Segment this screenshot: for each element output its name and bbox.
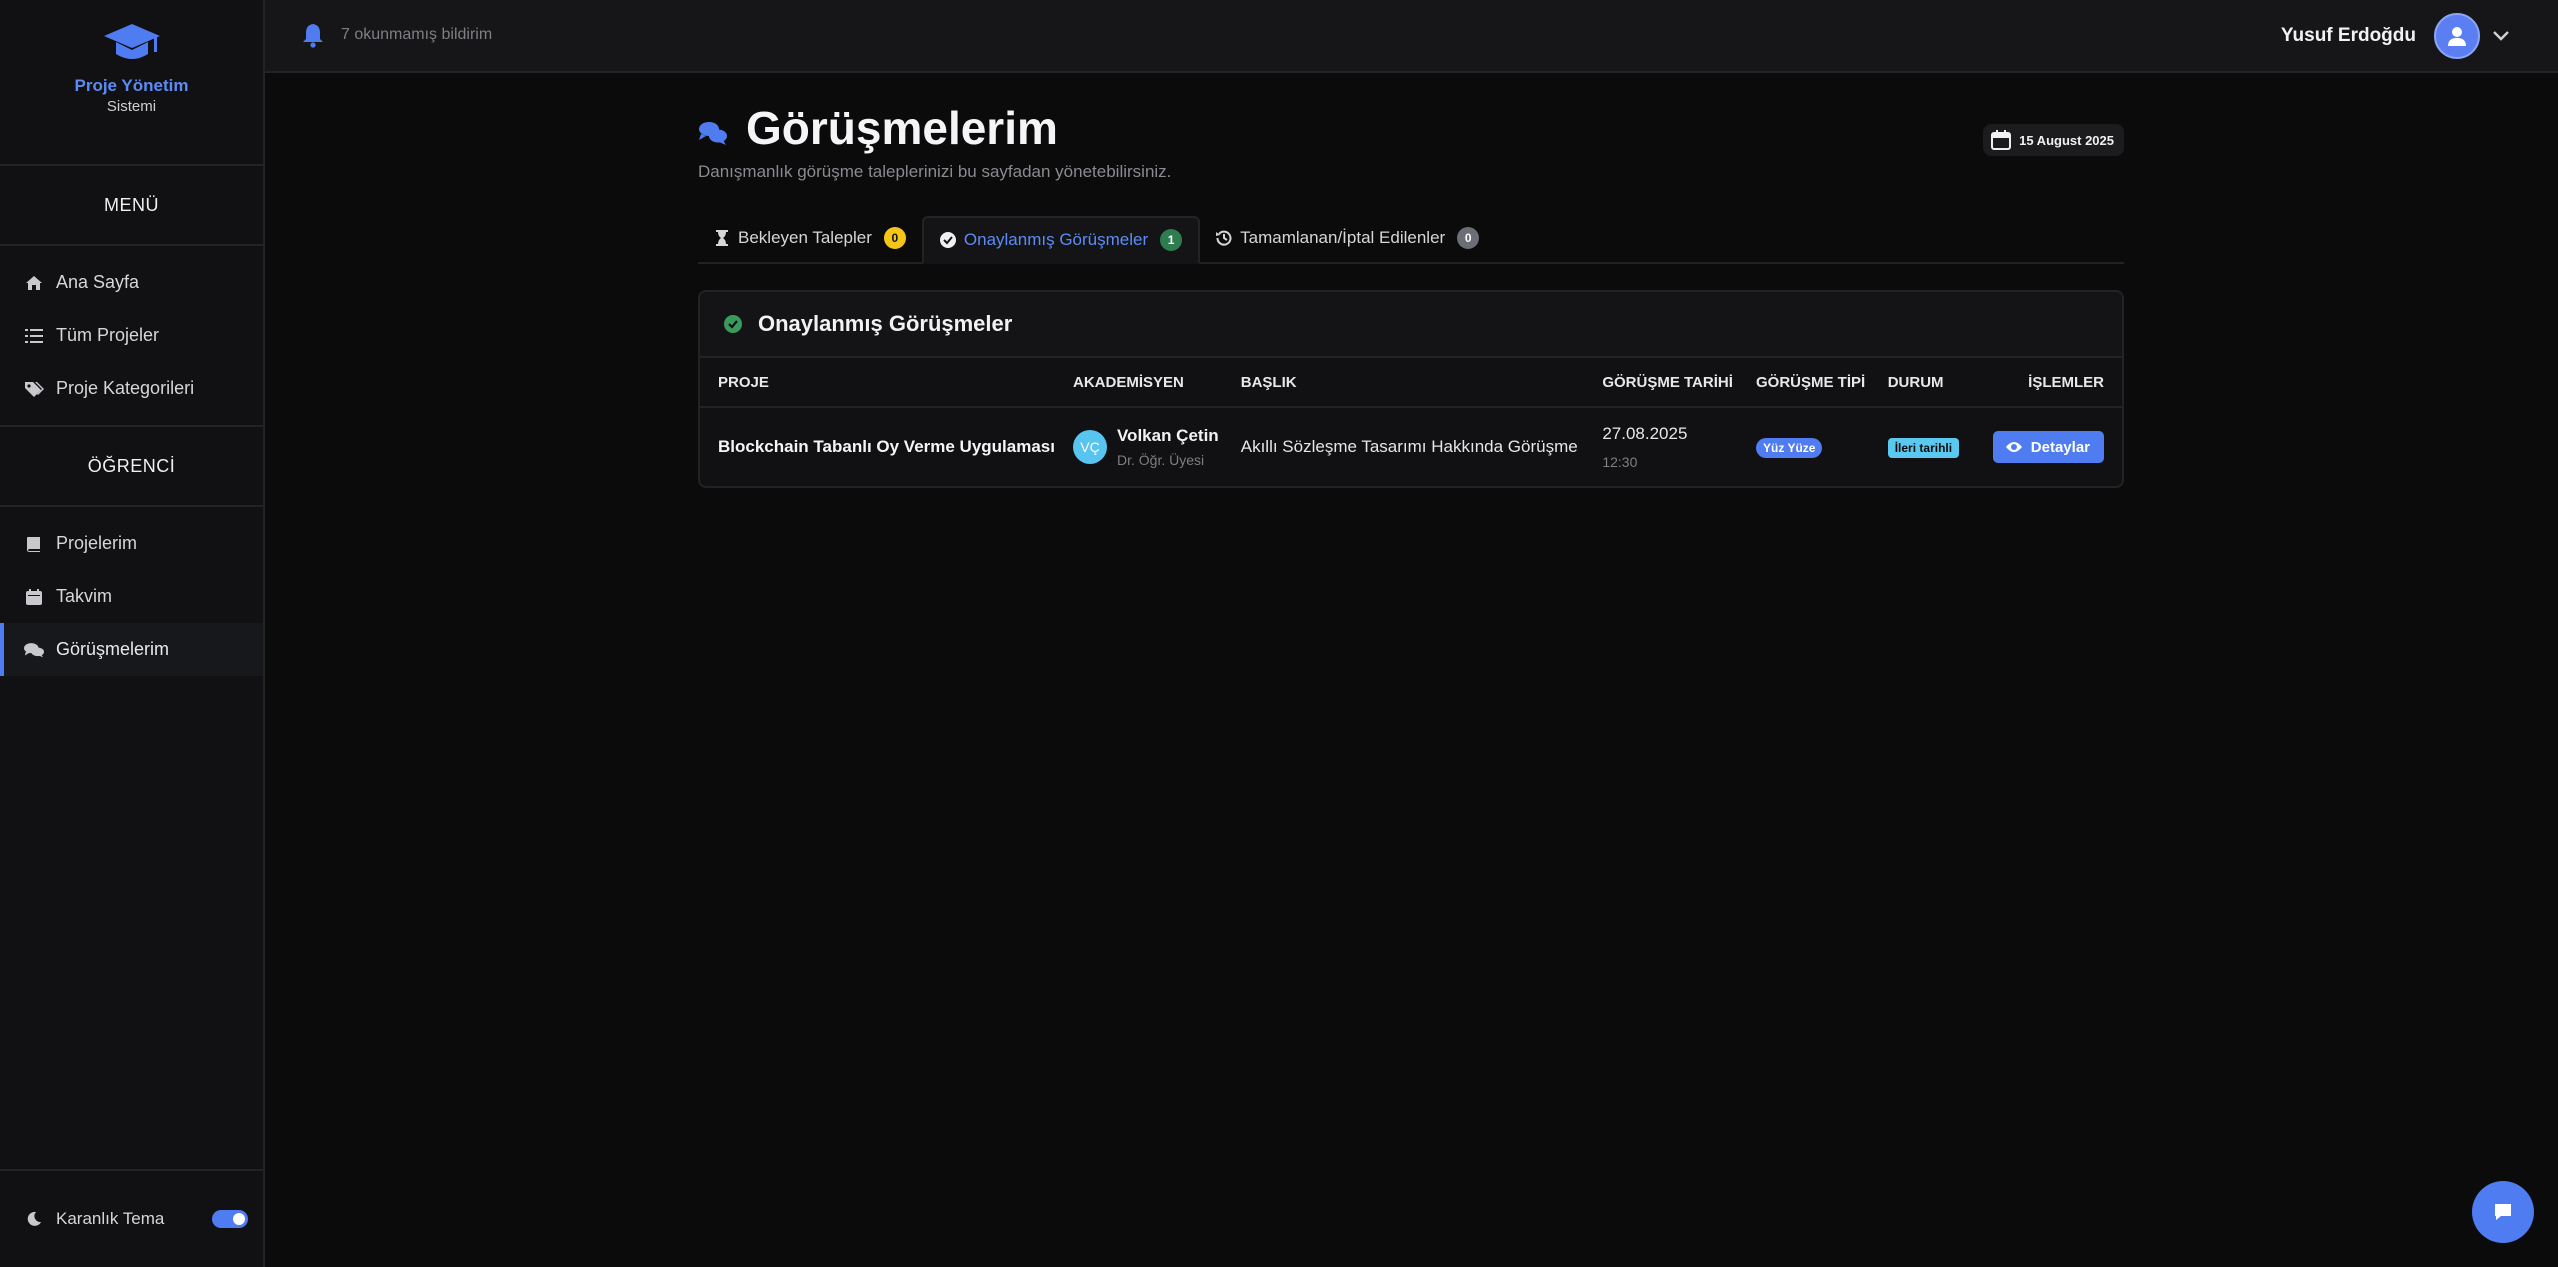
page-header: Görüşmelerim Danışmanlık görüşme taleple… [698,96,2124,216]
user-menu[interactable]: Yusuf Erdoğdu [2281,13,2510,59]
menu-section-title: MENÜ [0,166,263,246]
details-button[interactable]: Detaylar [1992,431,2104,463]
user-name: Yusuf Erdoğdu [2280,25,2416,46]
count-badge: 0 [883,227,906,249]
project-cell: Blockchain Tabanlı Oy Verme Uygulaması [718,437,1055,456]
count-badge: 0 [1457,227,1480,249]
sidebar-item-label: Proje Kategorileri [56,378,195,398]
student-section-title: ÖĞRENCİ [0,427,263,507]
sidebar-item-ana-sayfa[interactable]: Ana Sayfa [0,256,263,309]
calendar-icon [1991,130,2012,150]
column-header: GÖRÜŞME TİPİ [1738,358,1870,408]
meeting-type-badge: Yüz Yüze [1756,437,1823,458]
sidebar-item-label: Görüşmelerim [56,639,170,659]
hourglass-icon [716,230,728,246]
column-header: BAŞLIK [1222,358,1585,408]
avatar[interactable] [2434,13,2480,59]
tab-onaylanmis-gorusmeler[interactable]: Onaylanmış Görüşmeler 1 [921,216,1201,264]
column-header: GÖRÜŞME TARİHİ [1584,358,1738,408]
student-nav: Projelerim Takvim Görüşmelerim [0,507,263,676]
sidebar-item-label: Ana Sayfa [56,272,140,292]
brand-subtitle: Sistemi [106,98,157,115]
main-content: Görüşmelerim Danışmanlık görüşme taleple… [698,96,2124,488]
table-header-row: PROJE AKADEMİSYEN BAŞLIK GÖRÜŞME TARİHİ … [700,358,2122,408]
topbar: 7 okunmamış bildirim Yusuf Erdoğdu [265,0,2558,73]
main-nav: Ana Sayfa Tüm Projeler Proje Kategoriler… [0,246,263,427]
meetings-table: PROJE AKADEMİSYEN BAŞLIK GÖRÜŞME TARİHİ … [700,358,2122,486]
subject-cell: Akıllı Sözleşme Tasarımı Hakkında Görüşm… [1240,437,1578,456]
comments-icon [24,640,44,660]
sidebar: Proje Yönetim Sistemi MENÜ Ana Sayfa Tüm… [0,0,265,1267]
list-icon [24,326,44,346]
comments-icon [699,122,727,145]
calendar-icon [24,587,44,607]
book-icon [24,534,44,554]
card-header: Onaylanmış Görüşmeler [700,292,2122,358]
column-header: İŞLEMLER [1974,358,2122,408]
sidebar-item-label: Takvim [56,586,113,606]
academic-cell: VÇ Volkan Çetin Dr. Öğr. Üyesi [1055,407,1223,486]
avatar: VÇ [1072,430,1107,464]
sidebar-item-tum-projeler[interactable]: Tüm Projeler [0,309,263,362]
tab-tamamlanan-iptal[interactable]: Tamamlanan/İptal Edilenler 0 [1200,216,1495,260]
column-header: PROJE [700,358,1055,408]
status-cell: İleri tarihli [1870,407,1975,486]
sidebar-item-projelerim[interactable]: Projelerim [0,517,263,570]
meeting-date: 27.08.2025 [1602,424,1688,443]
eye-icon [2005,442,2022,452]
chat-button[interactable] [2472,1181,2534,1243]
current-date: 15 August 2025 [1983,124,2124,156]
tabs: Bekleyen Talepler 0 Onaylanmış Görüşmele… [698,216,2124,264]
date-text: 15 August 2025 [2019,132,2114,148]
tags-icon [24,379,44,399]
column-header: AKADEMİSYEN [1054,358,1223,408]
count-badge: 1 [1160,229,1183,251]
tab-label: Tamamlanan/İptal Edilenler [1240,228,1446,247]
sidebar-item-label: Projelerim [56,533,138,553]
academic-title: Dr. Öğr. Üyesi [1116,452,1205,468]
tab-bekleyen-talepler[interactable]: Bekleyen Talepler 0 [698,216,922,260]
dark-theme-toggle[interactable] [212,1210,248,1228]
status-badge: İleri tarihli [1887,437,1960,458]
user-icon [2448,27,2466,46]
notifications-text: 7 okunmamış bildirim [341,26,493,43]
home-icon [24,273,44,293]
actions-cell: Detaylar [1975,407,2122,486]
moon-icon [27,1211,41,1226]
chat-icon [2495,1204,2511,1220]
bell-icon [303,24,323,48]
table-row: Blockchain Tabanlı Oy Verme Uygulaması V… [700,407,2122,486]
sidebar-item-takvim[interactable]: Takvim [0,570,263,623]
sidebar-item-gorusmelerim[interactable]: Görüşmelerim [0,623,263,676]
page-title: Görüşmelerim [746,102,1058,154]
card-title: Onaylanmış Görüşmeler [758,311,1013,336]
academic-name: Volkan Çetin [1116,426,1219,445]
page-subtitle: Danışmanlık görüşme taleplerinizi bu say… [698,162,1172,181]
theme-label: Karanlık Tema [56,1209,165,1228]
sidebar-item-proje-kategorileri[interactable]: Proje Kategorileri [0,362,263,415]
theme-switcher: Karanlık Tema [0,1169,263,1267]
details-label: Detaylar [2030,438,2090,456]
tab-label: Bekleyen Talepler [738,228,872,247]
approved-meetings-card: Onaylanmış Görüşmeler PROJE AKADEMİSYEN … [698,290,2124,488]
check-circle-icon [724,315,742,333]
check-circle-icon [939,232,956,248]
tab-label: Onaylanmış Görüşmeler [963,230,1149,249]
sidebar-item-label: Tüm Projeler [56,325,160,345]
graduation-cap-icon [103,24,160,59]
column-header: DURUM [1869,358,1975,408]
chevron-down-icon[interactable] [2492,30,2510,42]
brand-title: Proje Yönetim [74,76,189,95]
notifications[interactable]: 7 okunmamış bildirim [301,22,492,48]
type-cell: Yüz Yüze [1738,407,1870,486]
meeting-time: 12:30 [1602,454,1638,470]
brand[interactable]: Proje Yönetim Sistemi [0,22,263,166]
history-icon [1216,230,1232,246]
date-cell: 27.08.2025 12:30 [1584,407,1738,486]
